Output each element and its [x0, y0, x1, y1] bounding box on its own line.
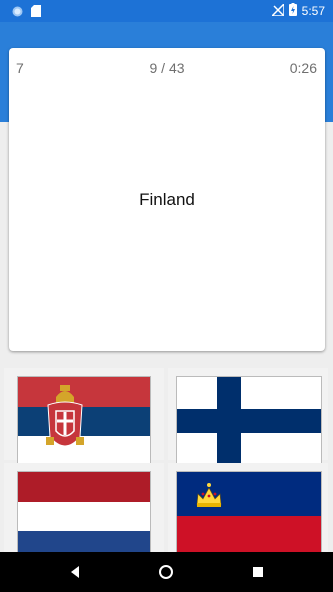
serbia-flag [17, 376, 151, 464]
question-progress: 9 / 43 [149, 60, 185, 76]
clock: 5:57 [301, 4, 325, 18]
back-icon[interactable] [68, 564, 82, 585]
answer-option-finland[interactable] [168, 368, 328, 464]
answer-option-liechtenstein[interactable] [168, 463, 328, 559]
answer-option-netherlands[interactable] [4, 463, 164, 559]
sd-card-icon [31, 4, 41, 22]
answer-option-serbia[interactable] [4, 368, 164, 464]
home-icon[interactable] [158, 564, 174, 585]
recents-icon[interactable] [251, 564, 265, 585]
timer: 0:26 [289, 60, 317, 76]
liechtenstein-flag [176, 471, 322, 559]
no-signal-icon [269, 1, 285, 19]
question-card: 7 9 / 43 0:26 Finland [9, 48, 325, 351]
status-bar: 5:57 [0, 0, 333, 22]
navigation-bar [0, 552, 333, 592]
app-notification-icon [12, 4, 23, 22]
netherlands-flag [17, 471, 151, 559]
answer-grid [0, 360, 333, 559]
finland-flag [176, 376, 322, 464]
question-country-name: Finland [139, 190, 195, 209]
battery-charging-icon [288, 3, 297, 19]
